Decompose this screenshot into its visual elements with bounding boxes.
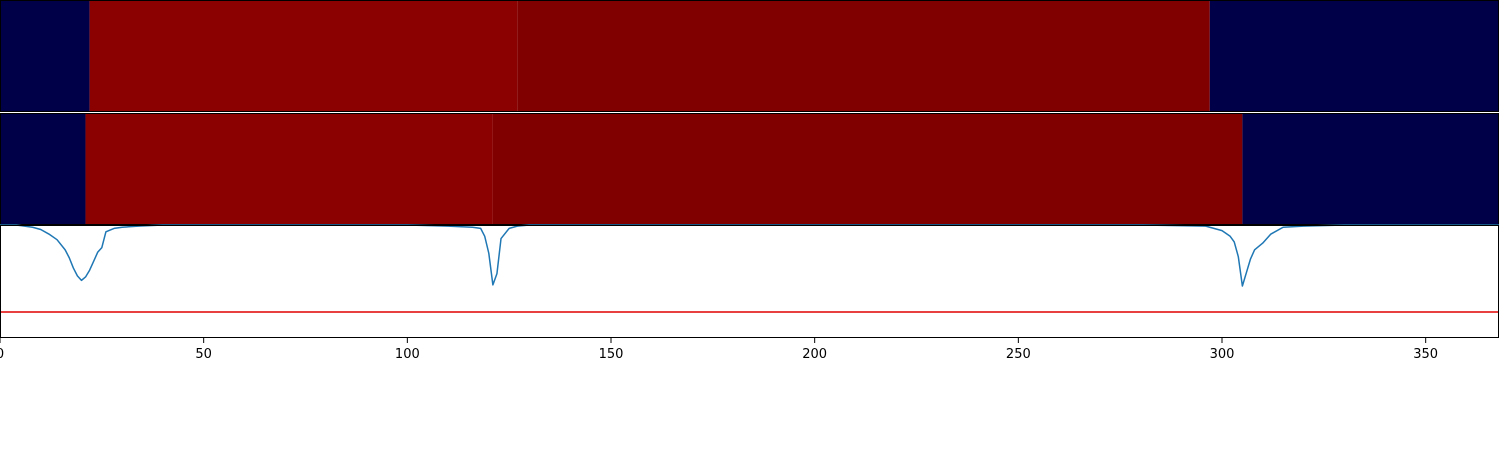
x-tick-label: 50 (195, 347, 212, 362)
x-tick-label: 0 (0, 347, 4, 362)
x-axis: 0 50 100 150 200 250 300 350 (0, 338, 1438, 362)
x-tick-label: 150 (599, 347, 624, 362)
heatmap-segment (0, 0, 90, 112)
x-tick-label: 200 (802, 347, 827, 362)
heatmap-panel-2 (0, 113, 1499, 225)
line-panel (0, 224, 1499, 338)
x-tick-label: 250 (1006, 347, 1031, 362)
x-tick-label: 300 (1210, 347, 1235, 362)
heatmap-segment (89, 0, 518, 112)
heatmap-segment (0, 113, 86, 225)
figure: 0 50 100 150 200 250 300 350 (0, 0, 1499, 362)
heatmap-segment (492, 113, 1243, 225)
x-tick-label: 350 (1413, 347, 1438, 362)
heatmap-segment (85, 113, 493, 225)
heatmap-segment (1242, 113, 1499, 225)
heatmap-panel-1 (0, 0, 1499, 112)
plot-background (0, 225, 1499, 338)
heatmap-segment (517, 0, 1210, 112)
x-tick-label: 100 (395, 347, 420, 362)
heatmap-segment (1209, 0, 1499, 112)
